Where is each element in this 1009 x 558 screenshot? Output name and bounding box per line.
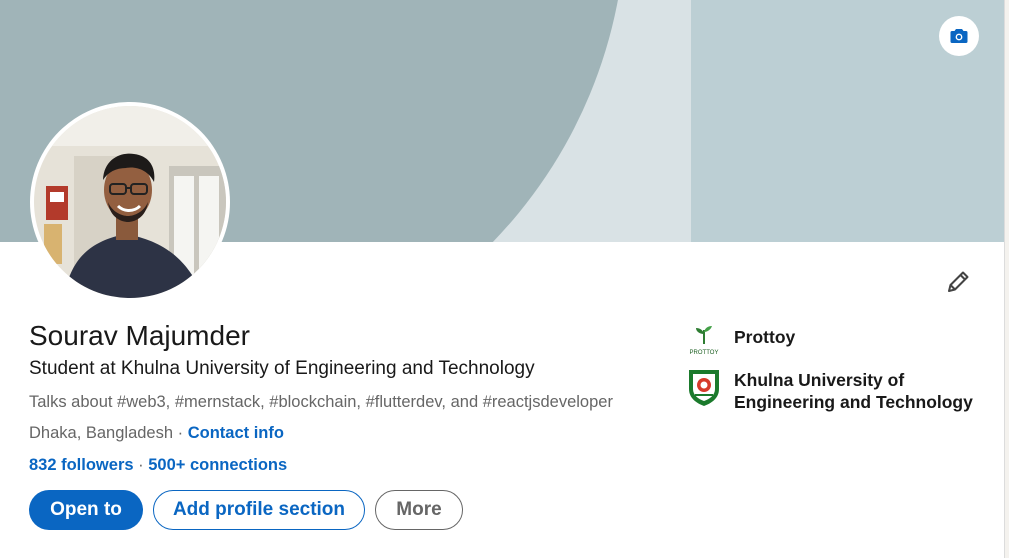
profile-photo[interactable] (30, 102, 230, 302)
org-name-kuet-line2: Engineering and Technology (734, 392, 973, 412)
org-prottoy[interactable]: PROTTOY Prottoy (687, 320, 795, 360)
kuet-logo-icon (687, 367, 721, 407)
location-text: Dhaka, Bangladesh (29, 424, 174, 442)
prottoy-logo-icon: PROTTOY (687, 320, 721, 360)
avatar-image (34, 106, 226, 298)
profile-name: Sourav Majumder (29, 320, 250, 351)
prottoy-logo-text: PROTTOY (690, 350, 719, 356)
edit-cover-photo-button[interactable] (939, 16, 979, 56)
camera-icon (950, 29, 968, 43)
org-name-kuet: Khulna University of Engineering and Tec… (734, 369, 973, 413)
add-profile-section-button[interactable]: Add profile section (153, 490, 365, 530)
contact-info-link[interactable]: Contact info (188, 424, 284, 442)
profile-card: Sourav Majumder Student at Khulna Univer… (0, 0, 1005, 558)
edit-intro-button[interactable] (940, 264, 976, 300)
org-name-prottoy: Prottoy (734, 327, 796, 347)
open-to-button[interactable]: Open to (29, 490, 143, 530)
org-kuet[interactable]: Khulna University of Engineering and Tec… (687, 367, 973, 413)
location-separator: · (173, 424, 188, 442)
followers-link[interactable]: 832 followers (29, 456, 134, 474)
more-button[interactable]: More (375, 490, 463, 530)
stats-separator: · (133, 456, 149, 474)
location-row: Dhaka, Bangladesh · Contact info (29, 422, 284, 444)
pencil-icon (948, 271, 969, 292)
org-name-kuet-line1: Khulna University of (734, 370, 905, 390)
connections-link[interactable]: 500+ connections (148, 456, 287, 474)
talks-about: Talks about #web3, #mernstack, #blockcha… (29, 393, 613, 411)
profile-headline: Student at Khulna University of Engineer… (29, 358, 535, 379)
network-stats: 832 followers · 500+ connections (29, 454, 287, 476)
